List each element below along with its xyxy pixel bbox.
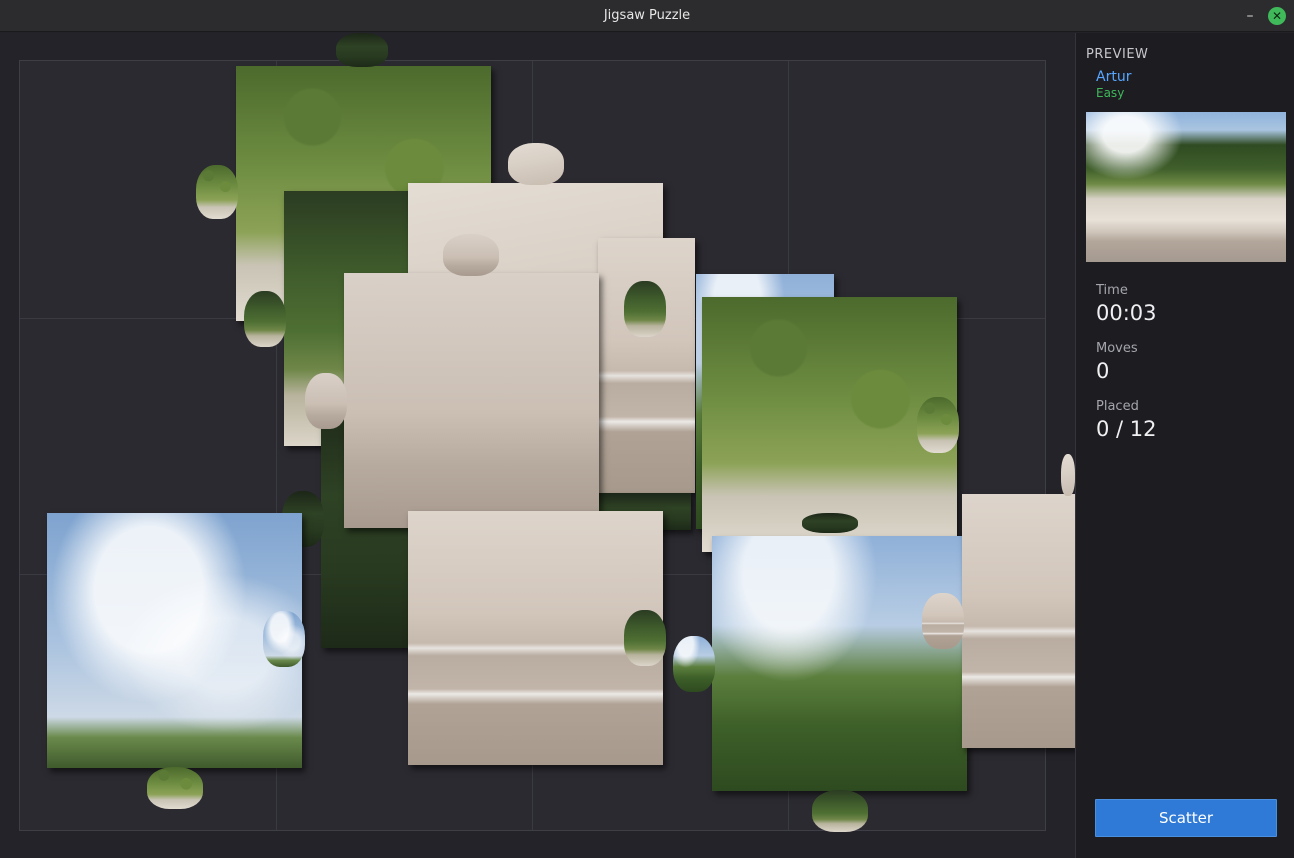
moves-label: Moves bbox=[1096, 341, 1138, 356]
puzzle-piece[interactable] bbox=[344, 273, 599, 528]
piece-tab bbox=[443, 234, 499, 276]
piece-tab bbox=[802, 513, 858, 533]
puzzle-piece[interactable] bbox=[962, 494, 1075, 748]
piece-tab bbox=[922, 593, 964, 649]
scatter-button[interactable]: Scatter bbox=[1095, 799, 1277, 837]
piece-tab bbox=[263, 611, 305, 667]
piece-tab bbox=[917, 397, 959, 453]
window-title: Jigsaw Puzzle bbox=[603, 8, 691, 23]
piece-tab bbox=[624, 281, 666, 337]
close-icon[interactable]: ✕ bbox=[1268, 7, 1286, 25]
piece-tab bbox=[673, 636, 715, 692]
piece-tab bbox=[1061, 454, 1075, 496]
piece-tab bbox=[812, 790, 868, 832]
time-value: 00:03 bbox=[1096, 301, 1157, 325]
moves-value: 0 bbox=[1096, 359, 1110, 383]
piece-tab bbox=[196, 165, 238, 219]
puzzle-piece[interactable] bbox=[712, 536, 967, 791]
difficulty-label: Easy bbox=[1096, 86, 1125, 100]
piece-tab bbox=[305, 373, 347, 429]
piece-tab bbox=[336, 33, 388, 67]
placed-label: Placed bbox=[1096, 399, 1139, 414]
time-label: Time bbox=[1096, 283, 1128, 298]
minimize-icon[interactable]: – bbox=[1240, 6, 1260, 26]
piece-tab bbox=[624, 610, 666, 666]
user-name: Artur bbox=[1096, 69, 1132, 85]
placed-value: 0 / 12 bbox=[1096, 417, 1157, 441]
piece-tab bbox=[147, 767, 203, 809]
puzzle-area bbox=[0, 33, 1075, 858]
preview-label: PREVIEW bbox=[1086, 47, 1149, 62]
preview-image bbox=[1086, 112, 1286, 262]
sidebar: PREVIEW Artur Easy Time 00:03 Moves 0 Pl… bbox=[1075, 33, 1294, 858]
piece-tab bbox=[508, 143, 564, 185]
title-bar: Jigsaw Puzzle – ✕ bbox=[0, 0, 1294, 32]
puzzle-piece[interactable] bbox=[598, 238, 695, 493]
piece-tab bbox=[244, 291, 286, 347]
